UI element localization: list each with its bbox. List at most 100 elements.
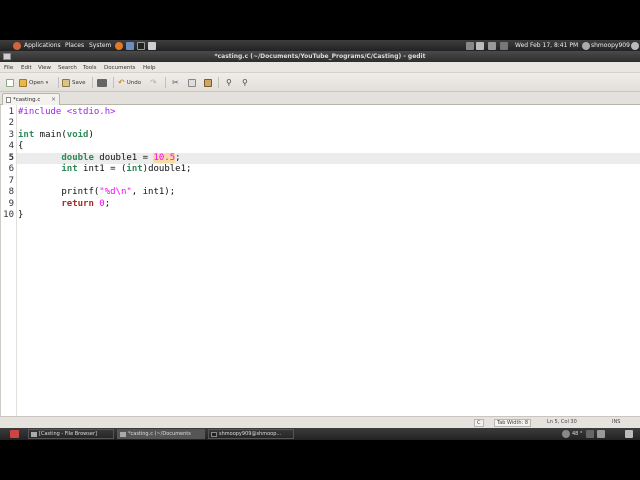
taskbar-item-terminal[interactable]: shmoopy909@shmoop...: [208, 429, 294, 439]
terminal-icon[interactable]: [137, 42, 145, 50]
toolbar-separator: [58, 77, 59, 88]
open-label: Open: [29, 79, 44, 86]
find-button[interactable]: ⚲: [226, 77, 232, 88]
network-icon[interactable]: [466, 42, 474, 50]
taskbar-item-file-browser[interactable]: [Casting - File Browser]: [28, 429, 114, 439]
menu-edit[interactable]: Edit: [21, 65, 32, 71]
folder-icon: [19, 78, 27, 87]
new-button[interactable]: [6, 77, 14, 88]
menu-documents[interactable]: Documents: [104, 65, 135, 71]
paste-button[interactable]: [204, 77, 212, 88]
toolbar-separator: [218, 77, 219, 88]
statusbar: C Tab Width: 8 Ln 5, Col 30 INS: [0, 416, 640, 428]
code-line-3: int main(void): [18, 130, 94, 140]
close-tab-icon[interactable]: ×: [51, 96, 56, 103]
indicator-icon[interactable]: [586, 430, 594, 438]
weather-icon[interactable]: [562, 430, 570, 438]
places-menu[interactable]: Places: [65, 42, 84, 49]
line-number: 8: [8, 187, 14, 197]
top-panel: Applications Places System Wed Feb 17, 8…: [0, 40, 640, 51]
taskbar-label: [Casting - File Browser]: [39, 431, 97, 437]
print-button[interactable]: [97, 77, 107, 88]
bottom-panel: [Casting - File Browser] *casting.c (~/D…: [0, 428, 640, 440]
copy-button[interactable]: [188, 77, 196, 88]
tab-width-selector[interactable]: Tab Width: 8: [494, 419, 532, 427]
search-icon: ⚲: [226, 78, 232, 87]
open-button[interactable]: Open ▾: [19, 77, 48, 88]
system-menu[interactable]: System: [89, 42, 111, 49]
toolbar-separator: [113, 77, 114, 88]
code-line-6: int int1 = (int)double1;: [61, 164, 192, 174]
line-number-current: 5: [8, 153, 14, 163]
menubar: File Edit View Search Tools Documents He…: [0, 62, 640, 73]
window-titlebar[interactable]: *casting.c (~/Documents/YouTube_Programs…: [0, 51, 640, 62]
line-number-gutter: 1 2 3 4 5 6 7 8 9 10: [1, 105, 17, 416]
save-icon: [62, 78, 70, 87]
code-line-9: return 0;: [61, 199, 111, 209]
menu-help[interactable]: Help: [143, 65, 156, 71]
cut-button[interactable]: ✂: [172, 77, 179, 88]
redo-button[interactable]: ↷: [150, 77, 157, 88]
terminal-icon: [211, 432, 217, 437]
ubuntu-logo-icon[interactable]: [13, 42, 21, 50]
save-label: Save: [72, 79, 86, 86]
insert-mode: INS: [612, 419, 621, 425]
help-icon[interactable]: [126, 42, 134, 50]
paste-icon: [204, 78, 212, 87]
applications-menu[interactable]: Applications: [24, 42, 61, 49]
print-icon: [97, 78, 107, 87]
line-number: 4: [8, 141, 14, 151]
line-number: 6: [8, 164, 14, 174]
network-status-icon[interactable]: [500, 42, 508, 50]
open-recent-arrow-icon[interactable]: ▾: [46, 80, 49, 86]
language-selector[interactable]: C: [474, 419, 484, 427]
taskbar-item-gedit[interactable]: *casting.c (~/Documents: [117, 429, 205, 439]
code-line-10: }: [18, 210, 24, 220]
tab-casting-c[interactable]: *casting.c ×: [2, 93, 60, 105]
undo-icon: ↶: [118, 78, 125, 87]
copy-icon: [188, 78, 196, 87]
cursor-position: Ln 5, Col 30: [547, 419, 577, 425]
menu-view[interactable]: View: [38, 65, 51, 71]
menu-search[interactable]: Search: [58, 65, 77, 71]
line-number: 10: [3, 210, 14, 220]
power-icon[interactable]: [631, 42, 639, 50]
line-number: 9: [8, 199, 14, 209]
clock[interactable]: Wed Feb 17, 8:41 PM: [515, 42, 578, 49]
code-line-8: printf("%d\n", int1);: [18, 187, 176, 197]
document-icon: [6, 97, 11, 103]
line-number: 7: [8, 176, 14, 186]
code-editor[interactable]: 1 2 3 4 5 6 7 8 9 10 #include <stdio.h> …: [0, 105, 640, 416]
volume-indicator[interactable]: 48 °: [572, 431, 582, 437]
line-number: 3: [8, 130, 14, 140]
menu-tools[interactable]: Tools: [83, 65, 97, 71]
line-number: 2: [8, 118, 14, 128]
code-line-5: double double1 = 10.5;: [61, 153, 181, 163]
undo-label: Undo: [126, 79, 142, 86]
folder-icon: [31, 432, 37, 437]
code-line-1: #include <stdio.h>: [18, 107, 116, 117]
show-desktop-icon[interactable]: [10, 430, 19, 438]
document-tabs: *casting.c ×: [0, 92, 640, 105]
toolbar: Open ▾ Save ↶ Undo ↷ ✂ ⚲ ⚲: [0, 73, 640, 92]
code-line-4: {: [18, 141, 24, 151]
taskbar-label: *casting.c (~/Documents: [128, 431, 191, 437]
toolbar-separator: [165, 77, 166, 88]
user-name[interactable]: shmoopy909: [591, 42, 630, 49]
menu-file[interactable]: File: [4, 65, 13, 71]
find-replace-icon: ⚲: [242, 78, 248, 87]
trash-icon[interactable]: [625, 430, 633, 438]
firefox-icon[interactable]: [115, 42, 123, 50]
cut-icon: ✂: [172, 78, 179, 87]
save-button[interactable]: Save: [62, 77, 86, 88]
find-replace-button[interactable]: ⚲: [242, 77, 248, 88]
volume-icon[interactable]: [488, 42, 496, 50]
taskbar-label: shmoopy909@shmoop...: [219, 431, 282, 437]
workspace-switcher-icon[interactable]: [597, 430, 605, 438]
text-editor-icon[interactable]: [148, 42, 156, 50]
mail-icon[interactable]: [476, 42, 484, 50]
new-document-icon: [6, 78, 14, 87]
undo-button[interactable]: ↶ Undo: [118, 77, 141, 88]
window-title: *casting.c (~/Documents/YouTube_Programs…: [214, 53, 426, 60]
user-icon: [582, 42, 590, 50]
